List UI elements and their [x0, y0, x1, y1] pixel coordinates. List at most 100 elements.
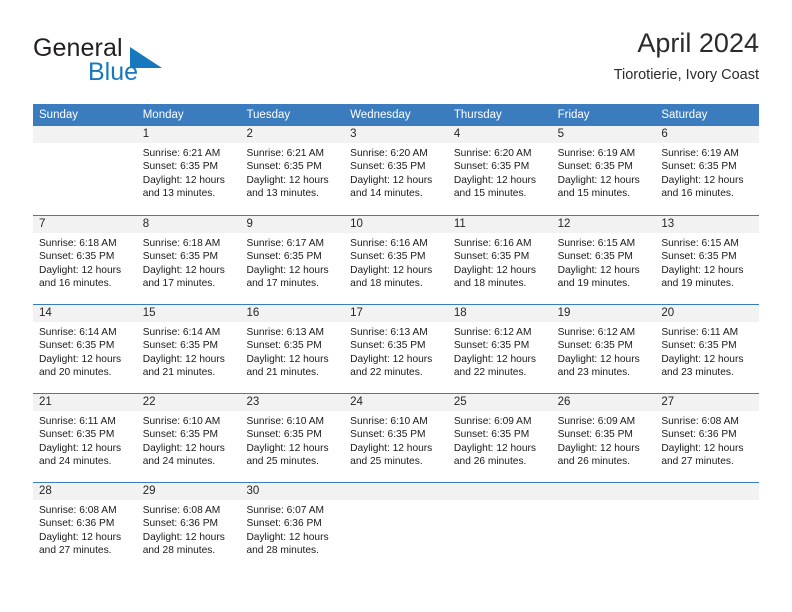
sunset-line: Sunset: 6:36 PM: [661, 429, 737, 441]
sunset-line: Sunset: 6:35 PM: [142, 251, 219, 263]
daylight-line-1: Daylight: 12 hours: [142, 264, 225, 276]
day-number[interactable]: 30: [240, 483, 344, 500]
day-number[interactable]: 6: [655, 126, 759, 143]
daylight-line-1: Daylight: 12 hours: [557, 174, 640, 186]
title-block: April 2024 Tiorotierie, Ivory Coast: [614, 26, 759, 86]
daylight-line-1: Daylight: 12 hours: [661, 353, 744, 365]
brand-logo[interactable]: General Blue: [33, 34, 233, 90]
sunrise-line: Sunrise: 6:10 AM: [350, 416, 428, 427]
weekday-header-tuesday: Tuesday: [246, 109, 291, 121]
day-number[interactable]: 5: [552, 126, 656, 143]
sunset-line: Sunset: 6:35 PM: [39, 429, 115, 441]
day-number[interactable]: 2: [240, 126, 344, 143]
weekday-header-row: Sunday Monday Tuesday Wednesday Thursday Frid…: [33, 104, 759, 126]
day-detail: Sunrise: 6:07 AM Sunset: 6:36 PM Daylight:…: [240, 504, 344, 571]
day-detail: Sunrise: 6:09 AM Sunset: 6:35 PM Daylight:…: [448, 415, 552, 482]
daylight-line-1: Daylight: 12 hours: [350, 442, 433, 454]
daylight-line-1: Daylight: 12 hours: [350, 264, 433, 276]
sunrise-line: Sunrise: 6:12 AM: [557, 327, 636, 338]
day-number[interactable]: 29: [137, 483, 241, 500]
day-number-band: 14 15 16 17 18 19 20: [33, 305, 759, 322]
day-number[interactable]: 3: [344, 126, 448, 143]
day-number[interactable]: 24: [344, 394, 448, 411]
day-number-band: 7 8 9 10 11 12 13: [33, 216, 759, 233]
daylight-line-1: Daylight: 12 hours: [246, 531, 329, 543]
day-detail: Sunrise: 6:09 AM Sunset: 6:35 PM Daylight:…: [552, 415, 656, 482]
day-number[interactable]: 1: [137, 126, 241, 143]
sunrise-line: Sunrise: 6:13 AM: [350, 327, 428, 338]
day-number[interactable]: 13: [655, 216, 759, 233]
calendar-week-row: 21 22 23 24 25 26 27 Sunrise: 6:11 AM Sunset: 6:…: [33, 393, 759, 482]
daylight-line-1: Daylight: 12 hours: [661, 264, 744, 276]
day-detail: Sunrise: 6:20 AM Sunset: 6:35 PM Daylight:…: [344, 147, 448, 215]
daylight-line-1: Daylight: 12 hours: [350, 174, 433, 186]
day-number[interactable]: 23: [240, 394, 344, 411]
day-number[interactable]: 15: [137, 305, 241, 322]
sunrise-line: Sunrise: 6:20 AM: [453, 148, 532, 159]
day-number[interactable]: 9: [240, 216, 344, 233]
sunrise-line: Sunrise: 6:18 AM: [142, 238, 221, 249]
day-detail: Sunrise: 6:15 AM Sunset: 6:35 PM Daylight:…: [552, 237, 656, 304]
daylight-line-2: and 19 minutes.: [661, 278, 734, 290]
sunset-line: Sunset: 6:35 PM: [39, 251, 115, 263]
day-number[interactable]: 21: [33, 394, 137, 411]
day-detail: Sunrise: 6:18 AM Sunset: 6:35 PM Daylight:…: [33, 237, 137, 304]
sunset-line: Sunset: 6:35 PM: [557, 429, 633, 441]
day-detail-band: Sunrise: 6:21 AM Sunset: 6:35 PM Daylight:…: [33, 143, 759, 215]
sunrise-line: Sunrise: 6:21 AM: [142, 148, 221, 159]
daylight-line-2: and 14 minutes.: [350, 188, 423, 200]
day-number[interactable]: 27: [655, 394, 759, 411]
daylight-line-2: and 22 minutes.: [350, 367, 423, 379]
day-number[interactable]: 14: [33, 305, 137, 322]
weekday-header-sunday: Sunday: [39, 109, 79, 121]
daylight-line-2: and 13 minutes.: [246, 188, 319, 200]
day-number[interactable]: 8: [137, 216, 241, 233]
calendar-page: General Blue April 2024 Tiorotierie, Ivo…: [0, 0, 792, 612]
day-number[interactable]: 19: [552, 305, 656, 322]
day-detail: Sunrise: 6:12 AM Sunset: 6:35 PM Daylight:…: [552, 326, 656, 393]
day-number[interactable]: 25: [448, 394, 552, 411]
day-number[interactable]: 7: [33, 216, 137, 233]
day-detail: Sunrise: 6:11 AM Sunset: 6:35 PM Daylight:…: [33, 415, 137, 482]
daylight-line-2: and 18 minutes.: [453, 278, 527, 290]
daylight-line-2: and 28 minutes.: [142, 545, 216, 557]
sunset-line: Sunset: 6:35 PM: [661, 161, 737, 173]
day-detail: Sunrise: 6:12 AM Sunset: 6:35 PM Daylight:…: [448, 326, 552, 393]
sunset-line: Sunset: 6:35 PM: [350, 340, 426, 352]
weekday-header-monday: Monday: [142, 109, 184, 121]
sunrise-line: Sunrise: 6:10 AM: [246, 416, 325, 427]
day-number[interactable]: 16: [240, 305, 344, 322]
sunrise-line: Sunrise: 6:09 AM: [453, 416, 532, 427]
daylight-line-2: and 15 minutes.: [453, 188, 527, 200]
day-detail-band: Sunrise: 6:11 AM Sunset: 6:35 PM Daylight:…: [33, 411, 759, 482]
daylight-line-2: and 27 minutes.: [39, 545, 112, 557]
day-number-band: 21 22 23 24 25 26 27: [33, 394, 759, 411]
daylight-line-1: Daylight: 12 hours: [557, 264, 640, 276]
daylight-line-1: Daylight: 12 hours: [453, 174, 536, 186]
day-number[interactable]: 17: [344, 305, 448, 322]
daylight-line-2: and 25 minutes.: [350, 456, 423, 468]
daylight-line-2: and 24 minutes.: [39, 456, 112, 468]
daylight-line-2: and 16 minutes.: [661, 188, 734, 200]
day-number-band: 28 29 30: [33, 483, 759, 500]
sunrise-line: Sunrise: 6:20 AM: [350, 148, 428, 159]
day-number[interactable]: 22: [137, 394, 241, 411]
day-number[interactable]: 28: [33, 483, 137, 500]
day-number[interactable]: 12: [552, 216, 656, 233]
day-number[interactable]: 10: [344, 216, 448, 233]
daylight-line-2: and 19 minutes.: [557, 278, 631, 290]
daylight-line-1: Daylight: 12 hours: [246, 353, 329, 365]
daylight-line-1: Daylight: 12 hours: [661, 174, 744, 186]
day-number[interactable]: 4: [448, 126, 552, 143]
daylight-line-2: and 21 minutes.: [246, 367, 319, 379]
weekday-header-friday: Friday: [557, 109, 590, 121]
sunset-line: Sunset: 6:35 PM: [557, 340, 633, 352]
day-number[interactable]: 11: [448, 216, 552, 233]
day-number[interactable]: 18: [448, 305, 552, 322]
sunset-line: Sunset: 6:36 PM: [142, 518, 219, 530]
day-detail: Sunrise: 6:13 AM Sunset: 6:35 PM Daylight:…: [344, 326, 448, 393]
day-number[interactable]: 26: [552, 394, 656, 411]
sunset-line: Sunset: 6:35 PM: [557, 161, 633, 173]
day-number[interactable]: 20: [655, 305, 759, 322]
daylight-line-2: and 18 minutes.: [350, 278, 423, 290]
